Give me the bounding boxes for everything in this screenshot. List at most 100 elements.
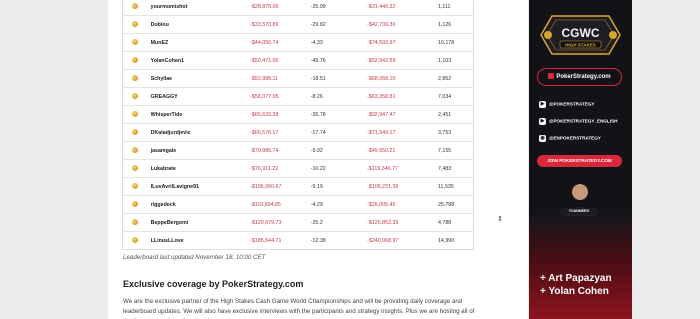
player-name: GREAGGY <box>147 87 248 106</box>
player-total: -$52,942.59 <box>364 51 435 70</box>
coin-icon <box>132 21 139 28</box>
player-total: -$240,068.97 <box>364 231 435 249</box>
social-label: @ENPOKERSTRATEGY <box>549 135 601 141</box>
player-percentage: -18.51 <box>307 69 365 88</box>
table-row: riggedeck -$110,694.85 -4.29 -$26,005.45 25,… <box>123 195 473 214</box>
player-percentage: -26.78 <box>307 105 365 124</box>
social-youtube-english[interactable]: ▶ @POKERSTRATEGY_ENGLISH <box>539 118 617 125</box>
table-row: yourmomishot -$28,876.00 -25.99 -$31,440.32… <box>123 0 473 16</box>
player-total: -$106,221.36 <box>364 177 435 196</box>
coin-icon <box>123 177 148 196</box>
coin-icon <box>132 93 139 100</box>
player-winnings: -$50,471.00 <box>247 51 308 70</box>
youtube-icon: ▶ <box>539 118 546 125</box>
player-name: ILuvAvrilLavigne91 <box>147 177 248 196</box>
player-winnings: -$185,644.71 <box>247 231 308 249</box>
player-name: Lukabrate <box>147 159 248 178</box>
table-row: WhisperTide -$65,633.38 -26.78 -$92,947.47 2… <box>123 105 473 124</box>
player-name: BeppeBergomi <box>147 213 248 232</box>
table-row: Lukabrate -$76,911.22 -10.22 -$119,346.77 7,… <box>123 159 473 178</box>
player-hands: 7,034 <box>434 87 473 106</box>
coin-icon <box>132 57 139 64</box>
section-heading: Exclusive coverage by PokerStrategy.com <box>123 279 304 289</box>
player-winnings: -$52,988.11 <box>247 69 308 88</box>
promo-line: + Yolan Cohen <box>540 286 609 297</box>
player-total: -$119,346.77 <box>364 159 435 178</box>
player-total: -$26,005.45 <box>364 195 435 214</box>
coin-icon <box>123 231 148 249</box>
promo-line: + Art Papazyan <box>540 273 612 284</box>
player-name: YolanCohen1 <box>147 51 248 70</box>
join-button[interactable]: JOIN POKERSTRATEGY.COM <box>537 155 622 167</box>
player-total: -$31,440.32 <box>364 0 435 16</box>
streamer-name-tag: YOANMERO <box>559 208 599 215</box>
badge-title: CGWC <box>562 26 600 40</box>
player-name: yourmomishot <box>147 0 248 16</box>
player-hands: 10,178 <box>434 33 473 52</box>
social-youtube-main[interactable]: ▶ @POKERSTRATEGY <box>539 101 595 108</box>
table-row: DKaladjurdjevic -$66,576.17 -17.74 -$71,549… <box>123 123 473 142</box>
player-hands: 1,126 <box>434 15 473 34</box>
player-percentage: -9.19 <box>307 177 365 196</box>
coin-icon <box>123 123 148 142</box>
pokerstrategy-site-button[interactable]: PokerStrategy.com <box>537 68 622 86</box>
sidebar-advertisement[interactable]: CGWC HIGH STAKES PokerStrategy.com ▶ @POK… <box>529 0 632 319</box>
coin-icon <box>123 51 148 70</box>
player-hands: 2,451 <box>434 105 473 124</box>
youtube-icon: ▶ <box>539 101 546 108</box>
instagram-icon: ◉ <box>539 135 546 142</box>
ad-background-glow <box>529 215 632 319</box>
coin-icon <box>132 111 139 118</box>
player-hands: 7,155 <box>434 141 473 160</box>
coin-icon <box>123 213 148 232</box>
ad-promo-text: + Art Papazyan + Yolan Cohen <box>540 272 612 298</box>
player-total: -$126,852.33 <box>364 213 435 232</box>
player-total: -$63,358.81 <box>364 87 435 106</box>
player-percentage: -45.76 <box>307 51 365 70</box>
coin-icon <box>123 0 148 16</box>
player-percentage: -4.29 <box>307 195 365 214</box>
player-total: -$42,739.30 <box>364 15 435 34</box>
player-winnings: -$110,694.85 <box>247 195 308 214</box>
article-page: yourmomishot -$28,876.00 -25.99 -$31,440.32… <box>108 0 528 319</box>
leaderboard-updated-note: Leaderboard last updated November 18, 10… <box>123 254 266 261</box>
coin-icon <box>132 201 139 208</box>
coin-icon <box>132 147 139 154</box>
table-row: Doblou -$33,573.89 -29.82 -$42,739.30 1,126 <box>123 15 473 34</box>
player-winnings: -$106,060.67 <box>247 177 308 196</box>
player-percentage: -17.74 <box>307 123 365 142</box>
social-label: @POKERSTRATEGY <box>549 101 595 107</box>
player-winnings: -$70,986.74 <box>247 141 308 160</box>
player-winnings: -$33,573.89 <box>247 15 308 34</box>
social-instagram[interactable]: ◉ @ENPOKERSTRATEGY <box>539 135 601 142</box>
player-percentage: -8.26 <box>307 87 365 106</box>
player-winnings: -$65,633.38 <box>247 105 308 124</box>
player-winnings: -$120,679.73 <box>247 213 308 232</box>
player-name: jasamgale <box>147 141 248 160</box>
player-name: MunEZ <box>147 33 248 52</box>
pokerstrategy-logo-icon <box>548 73 555 80</box>
player-hands: 2,862 <box>434 69 473 88</box>
coin-icon <box>123 105 148 124</box>
table-row: BeppeBergomi -$120,679.73 -25.2 -$126,852.3… <box>123 213 473 232</box>
player-percentage: -29.82 <box>307 15 365 34</box>
player-hands: 25,788 <box>434 195 473 214</box>
coin-icon <box>123 159 148 178</box>
player-percentage: -10.22 <box>307 159 365 178</box>
coin-icon <box>132 183 139 190</box>
player-total: -$68,068.10 <box>364 69 435 88</box>
coin-icon <box>123 33 148 52</box>
player-winnings: -$66,576.17 <box>247 123 308 142</box>
player-name: Doblou <box>147 15 248 34</box>
coin-icon <box>123 15 148 34</box>
badge-subtitle: HIGH STAKES <box>565 43 595 48</box>
player-winnings: -$44,056.74 <box>247 33 308 52</box>
cgwc-badge-logo: CGWC HIGH STAKES <box>540 15 621 55</box>
coin-icon <box>132 165 139 172</box>
social-label: @POKERSTRATEGY_ENGLISH <box>549 118 618 124</box>
coin-icon <box>123 141 148 160</box>
article-paragraph: We are the exclusive partner of the High… <box>123 298 475 319</box>
coin-icon <box>132 3 139 10</box>
player-name: LLinusLLove <box>147 231 248 249</box>
scroll-cursor-icon: ⇕ <box>497 216 503 223</box>
